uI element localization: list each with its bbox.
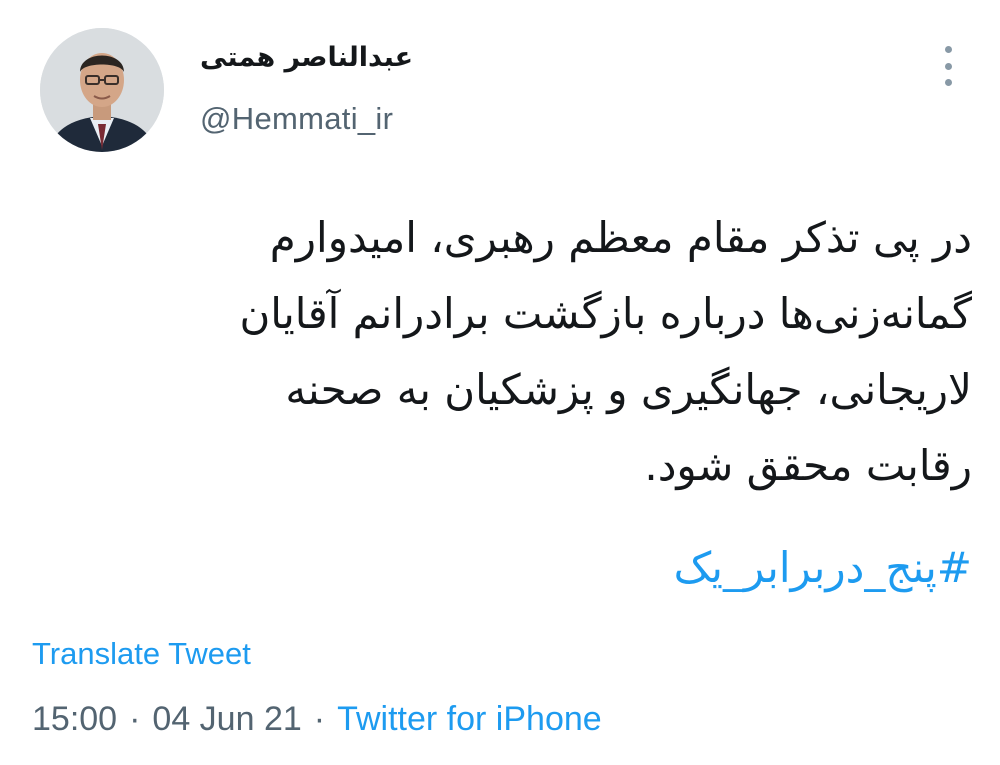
tweet-text-line: لاریجانی، جهانگیری و پزشکیان به صحنه: [285, 365, 972, 414]
tweet-text-line: گمانه‌زنی‌ها درباره بازگشت برادرانم آقای…: [239, 289, 972, 338]
separator: ·: [129, 700, 141, 738]
separator: ·: [313, 700, 326, 738]
avatar[interactable]: [40, 28, 164, 152]
tweet-metadata: 15:00 · 04 Jun 21 · Twitter for iPhone: [32, 700, 602, 739]
user-handle[interactable]: @Hemmati_ir: [200, 101, 413, 137]
profile-photo-icon: [40, 28, 164, 152]
tweet-time[interactable]: 15:00: [32, 700, 117, 738]
hashtag-link[interactable]: #پنج_دربرابر_یک: [674, 530, 972, 606]
dot-icon: [944, 79, 952, 86]
tweet-text: در پی تذکر مقام معظم رهبری، امیدوارم گما…: [92, 200, 972, 504]
more-options-icon[interactable]: [936, 46, 960, 86]
dot-icon: [944, 62, 952, 70]
tweet-source-link[interactable]: Twitter for iPhone: [337, 700, 602, 738]
tweet-text-line: رقابت محقق شود.: [644, 441, 972, 490]
author-names: عبدالناصر همتی @Hemmati_ir: [200, 42, 413, 137]
tweet-card: عبدالناصر همتی @Hemmati_ir در پی تذکر مق…: [0, 0, 1000, 765]
translate-tweet-link[interactable]: Translate Tweet: [32, 636, 251, 672]
display-name[interactable]: عبدالناصر همتی: [200, 42, 413, 73]
tweet-header: عبدالناصر همتی @Hemmati_ir: [40, 28, 960, 168]
dot-icon: [944, 46, 952, 53]
tweet-text-line: در پی تذکر مقام معظم رهبری، امیدوارم: [269, 213, 972, 262]
tweet-date[interactable]: 04 Jun 21: [152, 700, 301, 738]
